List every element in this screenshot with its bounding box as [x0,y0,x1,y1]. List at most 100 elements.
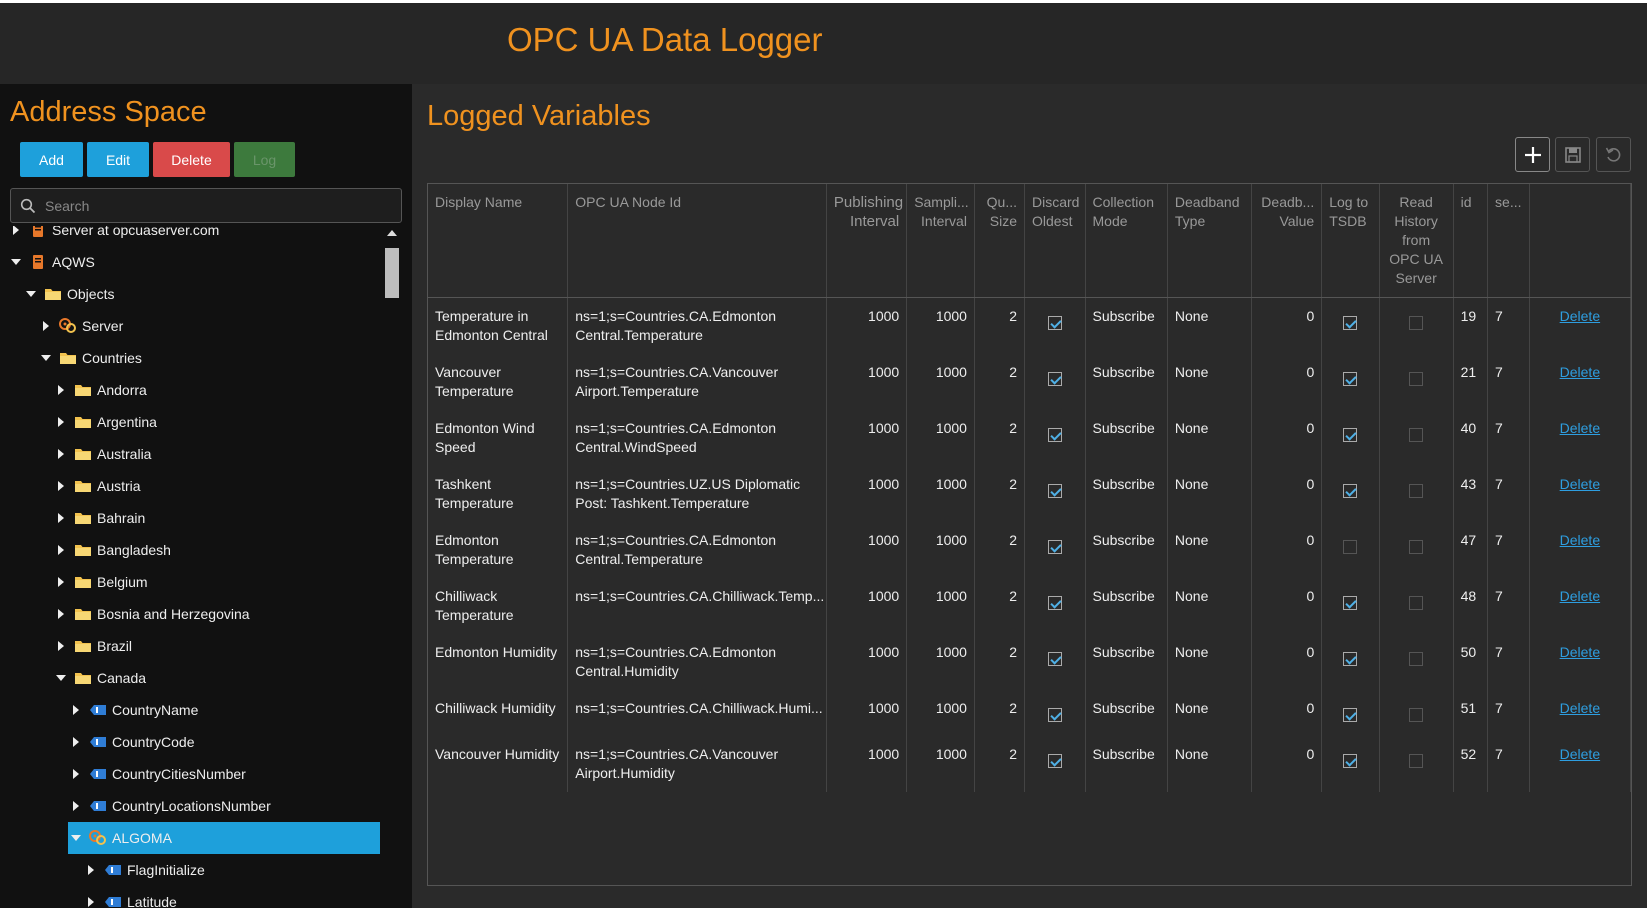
tree-node[interactable]: Belgium [53,566,148,598]
delete-row-link[interactable]: Delete [1560,476,1600,492]
column-header[interactable]: OPC UA Node Id [567,184,827,298]
column-header[interactable]: Sampli... Interval [906,184,975,298]
expand-arrow-icon[interactable] [83,897,99,907]
tree-node[interactable]: AQWS [8,246,95,278]
discard-oldest-checkbox[interactable] [1047,754,1062,768]
expand-arrow-icon[interactable] [68,737,84,747]
expand-arrow-icon[interactable] [53,417,69,427]
tree-node[interactable]: Bosnia and Herzegovina [53,598,250,630]
tree-node[interactable]: CountryLocationsNumber [68,790,271,822]
expand-arrow-icon[interactable] [53,449,69,459]
tree-node[interactable]: FlagInitialize [83,854,205,886]
column-header[interactable]: Qu... Size [974,184,1026,298]
column-header[interactable]: Publishing Interval [826,184,908,298]
read-history-checkbox[interactable] [1409,708,1424,722]
tree-node[interactable]: CountryName [68,694,198,726]
table-row[interactable]: Edmonton Wind Speed ns=1;s=Countries.CA.E… [428,410,1632,466]
log-to-tsdb-checkbox[interactable] [1343,754,1358,768]
tree-node[interactable]: Austria [53,470,141,502]
read-history-checkbox[interactable] [1409,540,1424,554]
tree-node[interactable]: Server at opcuaserver.com [8,226,219,246]
tree-node[interactable]: Countries [38,342,142,374]
expand-arrow-icon[interactable] [68,705,84,715]
delete-row-link[interactable]: Delete [1560,420,1600,436]
tree-node[interactable]: Objects [23,278,114,310]
expand-arrow-icon[interactable] [8,226,24,235]
scrollbar-thumb[interactable] [385,248,399,298]
tree-node[interactable]: CountryCode [68,726,195,758]
expand-arrow-icon[interactable] [68,769,84,779]
collapse-arrow-icon[interactable] [68,833,84,843]
expand-arrow-icon[interactable] [53,641,69,651]
delete-row-link[interactable]: Delete [1560,588,1600,604]
delete-button[interactable]: Delete [153,142,230,177]
expand-arrow-icon[interactable] [53,545,69,555]
log-button[interactable]: Log [234,142,295,177]
table-row[interactable]: Chilliwack Humidity ns=1;s=Countries.CA.C… [428,690,1632,736]
search-input[interactable] [45,197,385,214]
expand-arrow-icon[interactable] [53,513,69,523]
delete-row-link[interactable]: Delete [1560,746,1600,762]
save-button[interactable] [1555,137,1590,172]
column-header[interactable]: Deadb... Value [1251,184,1323,298]
table-row[interactable]: Vancouver Temperature ns=1;s=Countries.CA… [428,354,1632,410]
table-row[interactable]: Vancouver Humidity ns=1;s=Countries.CA.Va… [428,736,1632,792]
expand-arrow-icon[interactable] [53,481,69,491]
discard-oldest-checkbox[interactable] [1047,372,1062,386]
log-to-tsdb-checkbox[interactable] [1343,708,1358,722]
scroll-up-arrow-icon[interactable] [387,230,397,236]
collapse-arrow-icon[interactable] [8,257,24,267]
tree-node[interactable]: CountryCitiesNumber [68,758,246,790]
delete-row-link[interactable]: Delete [1560,364,1600,380]
column-header[interactable]: Log to TSDB [1321,184,1380,298]
table-row[interactable]: Edmonton Humidity ns=1;s=Countries.CA.Edm… [428,634,1632,690]
tree-node[interactable]: Bangladesh [53,534,171,566]
expand-arrow-icon[interactable] [53,609,69,619]
delete-row-link[interactable]: Delete [1560,700,1600,716]
column-header[interactable]: se... [1487,184,1530,298]
collapse-arrow-icon[interactable] [53,673,69,683]
expand-arrow-icon[interactable] [68,801,84,811]
log-to-tsdb-checkbox[interactable] [1343,316,1358,330]
read-history-checkbox[interactable] [1409,652,1424,666]
collapse-arrow-icon[interactable] [23,289,39,299]
tree-node[interactable]: Canada [53,662,146,694]
discard-oldest-checkbox[interactable] [1047,316,1062,330]
tree-node[interactable]: Latitude [83,886,177,908]
tree-node[interactable]: Brazil [53,630,132,662]
delete-row-link[interactable]: Delete [1560,308,1600,324]
log-to-tsdb-checkbox[interactable] [1343,484,1358,498]
column-header[interactable]: Discard Oldest [1024,184,1086,298]
tree-node[interactable]: Argentina [53,406,157,438]
column-header[interactable]: Display Name [428,184,569,298]
edit-button[interactable]: Edit [87,142,149,177]
read-history-checkbox[interactable] [1409,484,1424,498]
log-to-tsdb-checkbox[interactable] [1343,540,1358,554]
tree-node[interactable]: Server [38,310,123,342]
expand-arrow-icon[interactable] [53,577,69,587]
discard-oldest-checkbox[interactable] [1047,652,1062,666]
log-to-tsdb-checkbox[interactable] [1343,596,1358,610]
column-header[interactable]: Read History from OPC UA Server [1379,184,1454,298]
discard-oldest-checkbox[interactable] [1047,484,1062,498]
table-row[interactable]: Tashkent Temperature ns=1;s=Countries.UZ.… [428,466,1632,522]
delete-row-link[interactable]: Delete [1560,644,1600,660]
tree-node[interactable]: Andorra [53,374,147,406]
column-header[interactable]: id [1453,184,1489,298]
undo-button[interactable] [1596,137,1631,172]
expand-arrow-icon[interactable] [38,321,54,331]
discard-oldest-checkbox[interactable] [1047,428,1062,442]
add-button[interactable]: Add [20,142,83,177]
discard-oldest-checkbox[interactable] [1047,540,1062,554]
log-to-tsdb-checkbox[interactable] [1343,372,1358,386]
expand-arrow-icon[interactable] [83,865,99,875]
tree-node[interactable]: Australia [53,438,151,470]
expand-arrow-icon[interactable] [53,385,69,395]
tree-node[interactable]: ALGOMA [68,822,380,854]
table-row[interactable]: Chilliwack Temperature ns=1;s=Countries.C… [428,578,1632,634]
discard-oldest-checkbox[interactable] [1047,708,1062,722]
tree-node[interactable]: Bahrain [53,502,145,534]
read-history-checkbox[interactable] [1409,754,1424,768]
column-header[interactable]: Collection Mode [1085,184,1168,298]
table-row[interactable]: Edmonton Temperature ns=1;s=Countries.CA.… [428,522,1632,578]
